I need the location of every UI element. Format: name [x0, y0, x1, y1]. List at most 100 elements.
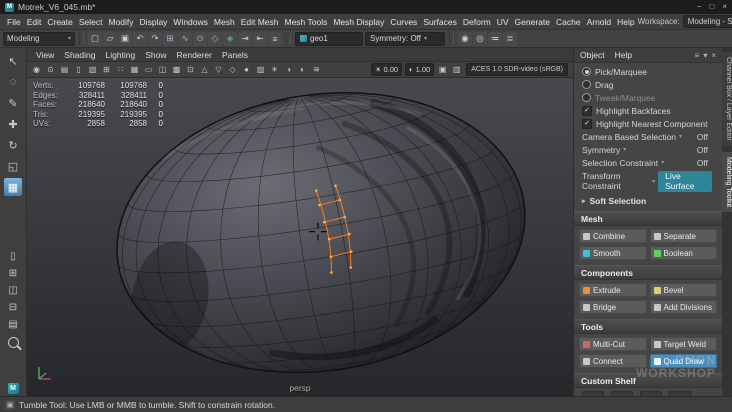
menu-modify[interactable]: Modify [106, 17, 137, 27]
menu-select[interactable]: Select [76, 17, 106, 27]
persp-outliner-layout[interactable]: ◫ [4, 283, 22, 297]
render-settings-icon[interactable]: ≔ [488, 31, 502, 46]
grid-icon[interactable]: ▦ [128, 63, 141, 76]
magnifier-icon[interactable] [7, 337, 19, 349]
exposure-field[interactable]: ☀ 0.00 [370, 63, 403, 76]
gate-mask-icon[interactable]: ▩ [170, 63, 183, 76]
combine-button[interactable]: Combine [579, 229, 647, 243]
rotate-tool[interactable]: ↻ [4, 136, 22, 154]
bevel-button[interactable]: Bevel [649, 283, 717, 297]
close-button[interactable]: × [722, 3, 727, 11]
open-scene-icon[interactable]: ▱ [103, 31, 117, 46]
section-tools[interactable]: Tools [574, 319, 722, 334]
dropdown-camera-based-selection[interactable]: Camera Based Selection ▾ Off [574, 130, 722, 143]
ipr-render-icon[interactable]: ◎ [473, 31, 487, 46]
menu-file[interactable]: File [4, 17, 24, 27]
shelf-item-imp[interactable]: MImp [609, 391, 635, 396]
menu-display[interactable]: Display [137, 17, 171, 27]
new-scene-icon[interactable]: ▢ [88, 31, 102, 46]
panel-pin-icon[interactable]: ▾ [703, 51, 707, 60]
undo-icon[interactable]: ↶ [133, 31, 147, 46]
menu-mesh-display[interactable]: Mesh Display [330, 17, 387, 27]
smooth-button[interactable]: Smooth [579, 246, 647, 260]
separate-button[interactable]: Separate [649, 229, 717, 243]
minimize-button[interactable]: − [697, 3, 702, 11]
textured-icon[interactable]: ▨ [254, 63, 267, 76]
symmetry-select[interactable]: Symmetry: Off ▾ [365, 31, 445, 46]
isolate-select-icon[interactable]: ▣ [436, 63, 449, 76]
snap-to-curve-icon[interactable]: ∿ [178, 31, 192, 46]
menu-surfaces[interactable]: Surfaces [420, 17, 460, 27]
live-surface-button[interactable]: Live Surface [658, 170, 712, 192]
paint-select-tool[interactable]: ✎ [4, 94, 22, 112]
menu-mesh-tools[interactable]: Mesh Tools [282, 17, 331, 27]
target-weld-button[interactable]: Target Weld [649, 337, 717, 351]
output-connections-icon[interactable]: ⇤ [253, 31, 267, 46]
field-chart-icon[interactable]: ⊡ [184, 63, 197, 76]
film-gate-icon[interactable]: ▭ [142, 63, 155, 76]
connect-button[interactable]: Connect [579, 354, 647, 368]
soft-selection-header[interactable]: ▸ Soft Selection [574, 193, 722, 209]
tab-channel-box-layer-editor[interactable]: Channel Box / Layer Editor [722, 52, 732, 146]
checkbox-highlight-backfaces[interactable]: ✓ Highlight Backfaces [574, 104, 722, 117]
snap-to-grid-icon[interactable]: ⊞ [163, 31, 177, 46]
menu-cache[interactable]: Cache [553, 17, 584, 27]
menu-edit[interactable]: Edit [24, 17, 45, 27]
multi-cut-button[interactable]: Multi-Cut [579, 337, 647, 351]
menu-arnold[interactable]: Arnold [584, 17, 615, 27]
two-d-pan-zoom-icon[interactable]: ⊞ [100, 63, 113, 76]
toolkit-menu-help[interactable]: Help [615, 50, 632, 60]
radio-pick-marquee[interactable]: Pick/Marquee [574, 65, 722, 78]
render-current-frame-icon[interactable]: ◉ [458, 31, 472, 46]
tab-modeling-toolkit[interactable]: Modeling Toolkit [722, 151, 732, 212]
resolution-gate-icon[interactable]: ◫ [156, 63, 169, 76]
workspace-select[interactable]: Modeling - Standard ▾ [682, 15, 732, 28]
checkbox-highlight-nearest-component[interactable]: ✓ Highlight Nearest Component [574, 117, 722, 130]
single-pane-layout[interactable]: ▯ [4, 249, 22, 263]
redo-icon[interactable]: ↷ [148, 31, 162, 46]
dropdown-selection-constraint[interactable]: Selection Constraint ▾ Off [574, 156, 722, 169]
extrude-button[interactable]: Extrude [579, 283, 647, 297]
menu-uv[interactable]: UV [494, 17, 512, 27]
menu-curves[interactable]: Curves [387, 17, 420, 27]
section-components[interactable]: Components [574, 265, 722, 280]
dropdown-transform-constraint[interactable]: Transform Constraint ▾ Live Surface [574, 169, 722, 193]
panel-close-icon[interactable]: × [711, 51, 716, 60]
menu-deform[interactable]: Deform [460, 17, 494, 27]
quad-draw-button[interactable]: Quad Draw [649, 354, 717, 368]
smooth-shade-icon[interactable]: ● [240, 63, 253, 76]
color-management-badge[interactable]: ACES 1.0 SDR-video (sRGB) [466, 63, 568, 76]
current-tool[interactable]: ▦ [4, 178, 22, 196]
panel-options-icon[interactable]: ≡ [695, 51, 700, 60]
persp-graph-layout[interactable]: ⊟ [4, 300, 22, 314]
radio-drag[interactable]: Drag [574, 78, 722, 91]
shelf-item-bexpor[interactable]: MBExpor [667, 391, 693, 396]
anti-alias-icon[interactable]: ≋ [310, 63, 323, 76]
x-ray-icon[interactable]: ▥ [450, 63, 463, 76]
menu-mesh[interactable]: Mesh [211, 17, 238, 27]
menu-generate[interactable]: Generate [512, 17, 553, 27]
panel-menu-lighting[interactable]: Lighting [100, 50, 140, 60]
panel-menu-shading[interactable]: Shading [59, 50, 100, 60]
lasso-select-tool[interactable]: ◌ [4, 73, 22, 91]
ssao-icon[interactable]: ◐ [296, 63, 309, 76]
safe-action-icon[interactable]: △ [198, 63, 211, 76]
snap-to-point-icon[interactable]: ⊙ [193, 31, 207, 46]
object-name-field[interactable]: geo1 [295, 31, 363, 46]
hypershade-layout[interactable]: ▤ [4, 317, 22, 331]
camera-attributes-icon[interactable]: ▤ [58, 63, 71, 76]
select-camera-icon[interactable]: ◉ [30, 63, 43, 76]
add-divisions-button[interactable]: Add Divisions [649, 300, 717, 314]
shelf-item-exp[interactable]: MExp [580, 391, 606, 396]
bookmarks-icon[interactable]: ▯ [72, 63, 85, 76]
menu-windows[interactable]: Windows [170, 17, 210, 27]
safe-title-icon[interactable]: ▽ [212, 63, 225, 76]
boolean-button[interactable]: Boolean [649, 246, 717, 260]
oversampling-icon[interactable]: ∷ [114, 63, 127, 76]
save-scene-icon[interactable]: ▣ [118, 31, 132, 46]
lights-icon[interactable]: ☀ [268, 63, 281, 76]
menu-edit-mesh[interactable]: Edit Mesh [238, 17, 282, 27]
construction-history-icon[interactable]: ≡ [268, 31, 282, 46]
section-mesh[interactable]: Mesh [574, 211, 722, 226]
radio-tweak-marquee[interactable]: Tweak/Marquee [574, 91, 722, 104]
